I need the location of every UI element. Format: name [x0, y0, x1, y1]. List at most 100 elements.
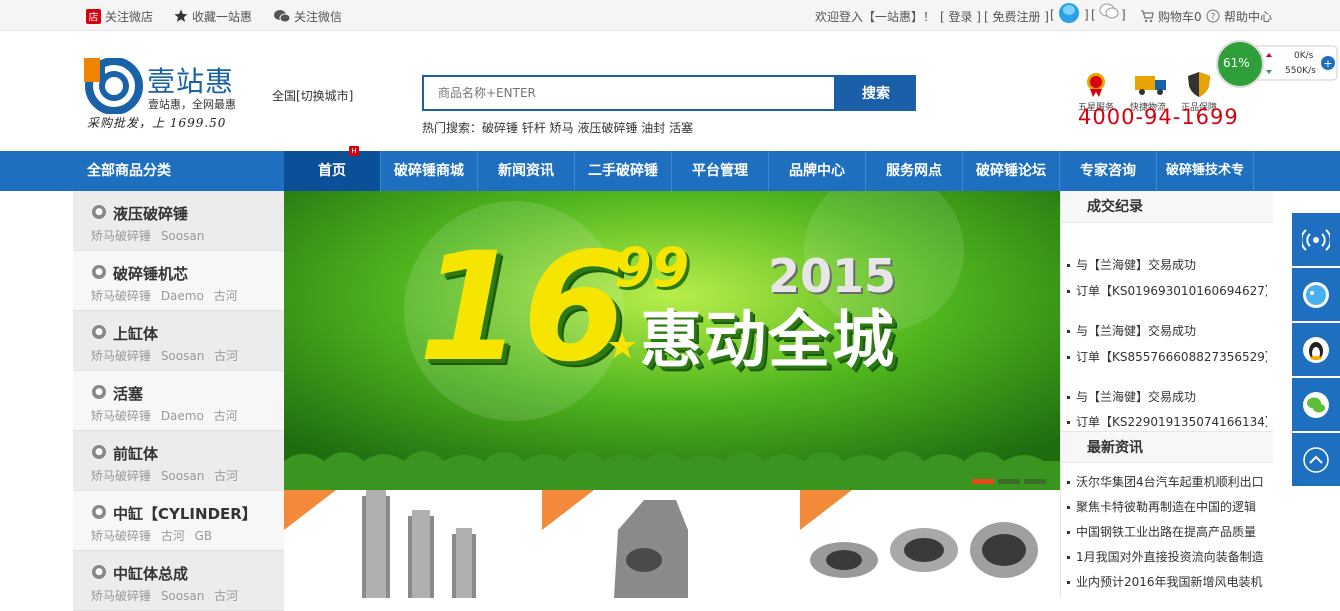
- category-subtags[interactable]: 矫马破碎锤 古河 GB: [91, 527, 212, 544]
- speed-up: 0K/s: [1294, 51, 1314, 61]
- category-title[interactable]: 液压破碎锤: [113, 203, 188, 224]
- deal-line: 与【兰海健】交易成功: [1067, 322, 1267, 339]
- nav-news[interactable]: 新闻资讯: [478, 151, 575, 191]
- category-title[interactable]: 破碎锤机芯: [113, 263, 188, 284]
- qq-bubble-icon: [1302, 281, 1330, 309]
- promo-banner[interactable]: 16 99 2015 ★ 惠动全城: [284, 191, 1060, 490]
- follow-weixin-link[interactable]: 关注微信: [274, 8, 342, 26]
- category-item[interactable]: ● 中缸体总成 矫马破碎锤 Soosan 古河: [73, 551, 284, 611]
- category-item[interactable]: ● 上缸体 矫马破碎锤 Soosan 古河: [73, 311, 284, 371]
- nav-home[interactable]: 首页: [284, 151, 381, 191]
- signal-icon: [1300, 226, 1332, 254]
- category-subtags[interactable]: 矫马破碎锤 Daemo 古河: [91, 407, 238, 424]
- news-item[interactable]: 业内预计2016年我国新增风电装机: [1067, 573, 1267, 590]
- float-wechat-button[interactable]: [1292, 378, 1340, 432]
- nav-platform-admin[interactable]: 平台管理: [672, 151, 769, 191]
- main-nav: 全部商品分类 首页 破碎锤商城 新闻资讯 二手破碎锤 平台管理 品牌中心 服务网…: [0, 151, 1340, 191]
- banner-superscript: 99: [614, 236, 690, 299]
- cart-icon: [1140, 9, 1154, 26]
- qq-online-icon[interactable]: [1057, 2, 1081, 27]
- nav-expert-consult[interactable]: 专家咨询: [1060, 151, 1157, 191]
- nav-used-hammers[interactable]: 二手破碎锤: [575, 151, 672, 191]
- category-subtags[interactable]: 矫马破碎锤 Daemo 古河: [91, 287, 238, 304]
- svg-text:+: +: [1323, 57, 1332, 70]
- nav-hammer-mall[interactable]: 破碎锤商城: [381, 151, 478, 191]
- category-title[interactable]: 活塞: [113, 383, 143, 404]
- search-input[interactable]: [424, 77, 834, 109]
- svg-text:?: ?: [1211, 13, 1216, 23]
- logo-name: 壹站惠: [147, 65, 235, 98]
- svg-text:店: 店: [89, 10, 99, 23]
- category-item[interactable]: ● 液压破碎锤 矫马破碎锤 Soosan: [73, 191, 284, 251]
- category-title[interactable]: 上缸体: [113, 323, 158, 344]
- bracket-close-2: ]: [1121, 8, 1126, 22]
- bookmark-link[interactable]: 收藏一站惠: [174, 8, 252, 26]
- penguin-icon: [1302, 336, 1330, 364]
- news-item[interactable]: 中国钢铁工业出路在提高产品质量: [1067, 523, 1267, 540]
- speed-percent: 61%: [1223, 56, 1250, 70]
- news-item[interactable]: 聚焦卡特彼勒再制造在中国的逻辑: [1067, 498, 1267, 515]
- category-title[interactable]: 前缸体: [113, 443, 158, 464]
- logo-mark[interactable]: [84, 57, 144, 115]
- right-column: 成交纪录 与【兰海健】交易成功 订单【KS019693010160694627】…: [1060, 191, 1273, 598]
- news-item[interactable]: 1月我国对外直接投资流向装备制造: [1067, 548, 1267, 565]
- category-icon: ●: [92, 565, 106, 579]
- cart-link[interactable]: 购物车0: [1140, 8, 1202, 26]
- category-item[interactable]: ● 中缸【CYLINDER】 矫马破碎锤 古河 GB: [73, 491, 284, 551]
- corner-tag: [542, 490, 594, 530]
- all-categories-button[interactable]: 全部商品分类: [73, 151, 284, 191]
- follow-weixin-label: 关注微信: [294, 10, 343, 24]
- category-subtags[interactable]: 矫马破碎锤 Soosan 古河: [91, 467, 238, 484]
- star-icon: [174, 9, 188, 26]
- follow-weidian-link[interactable]: 店关注微店: [86, 8, 153, 27]
- news-item[interactable]: 沃尔华集团4台汽车起重机顺利出口: [1067, 473, 1267, 490]
- nav-forum[interactable]: 破碎锤论坛: [963, 151, 1060, 191]
- slide-dot: [1024, 479, 1046, 484]
- help-label: 帮助中心: [1224, 10, 1273, 24]
- wechat-online-icon[interactable]: [1099, 3, 1119, 22]
- category-subtags[interactable]: 矫马破碎锤 Soosan: [91, 227, 204, 244]
- category-subtags[interactable]: 矫马破碎锤 Soosan 古河: [91, 587, 238, 604]
- shield-icon: [1185, 70, 1213, 98]
- nav-tech-topics[interactable]: 破碎锤技术专: [1157, 151, 1254, 191]
- category-subtags[interactable]: 矫马破碎锤 Soosan 古河: [91, 347, 238, 364]
- news-title: 最新资讯: [1061, 431, 1273, 463]
- bracket-open-2: [: [1091, 8, 1096, 22]
- register-link[interactable]: [ 免费注册 ]: [984, 8, 1049, 25]
- login-link[interactable]: [ 登录 ]: [940, 8, 981, 25]
- slide-dot-active: [972, 479, 994, 484]
- hot-search-terms[interactable]: 破碎锤 钎杆 矫马 液压破碎锤 油封 活塞: [482, 121, 693, 135]
- help-link[interactable]: ? 帮助中心: [1206, 8, 1272, 26]
- product-strip: [284, 490, 1060, 598]
- hot-search: 热门搜索：破碎锤 钎杆 矫马 液压破碎锤 油封 活塞: [422, 119, 693, 136]
- nav-service-points[interactable]: 服务网点: [866, 151, 963, 191]
- category-title[interactable]: 中缸体总成: [113, 563, 188, 584]
- category-title[interactable]: 中缸【CYLINDER】: [113, 503, 257, 524]
- logo-tagline: 壹站惠，全网最惠: [148, 98, 236, 111]
- corner-tag: [284, 490, 336, 530]
- nav-brand-center[interactable]: 品牌中心: [769, 151, 866, 191]
- nav-hot-badge: H: [349, 146, 359, 156]
- float-back-to-top-button[interactable]: [1292, 433, 1340, 487]
- search-button[interactable]: 搜索: [836, 75, 916, 111]
- category-item[interactable]: ● 前缸体 矫马破碎锤 Soosan 古河: [73, 431, 284, 491]
- banner-star-icon: ★: [606, 326, 639, 367]
- hotline-number: 4000-94-1699: [1078, 105, 1239, 129]
- network-speed-widget[interactable]: + 61% 0K/s 550K/s: [1215, 40, 1339, 88]
- banner-number: 16: [418, 221, 627, 395]
- float-signal-button[interactable]: [1292, 213, 1340, 267]
- bracket-close-1: ]: [1084, 8, 1089, 22]
- float-qq-button[interactable]: [1292, 323, 1340, 377]
- city-switcher[interactable]: 全国[切换城市]: [272, 87, 353, 104]
- category-icon: ●: [92, 205, 106, 219]
- help-icon: ?: [1206, 9, 1220, 26]
- deals-title: 成交纪录: [1061, 191, 1273, 223]
- category-item[interactable]: ● 破碎锤机芯 矫马破碎锤 Daemo 古河: [73, 251, 284, 311]
- banner-year: 2015: [768, 249, 897, 303]
- corner-tag: [800, 490, 852, 530]
- bracket-open-1: [: [1050, 8, 1055, 22]
- float-qq-bubble-button[interactable]: [1292, 268, 1340, 322]
- hot-search-label: 热门搜索：: [422, 121, 483, 135]
- category-icon: ●: [92, 445, 106, 459]
- category-item[interactable]: ● 活塞 矫马破碎锤 Daemo 古河: [73, 371, 284, 431]
